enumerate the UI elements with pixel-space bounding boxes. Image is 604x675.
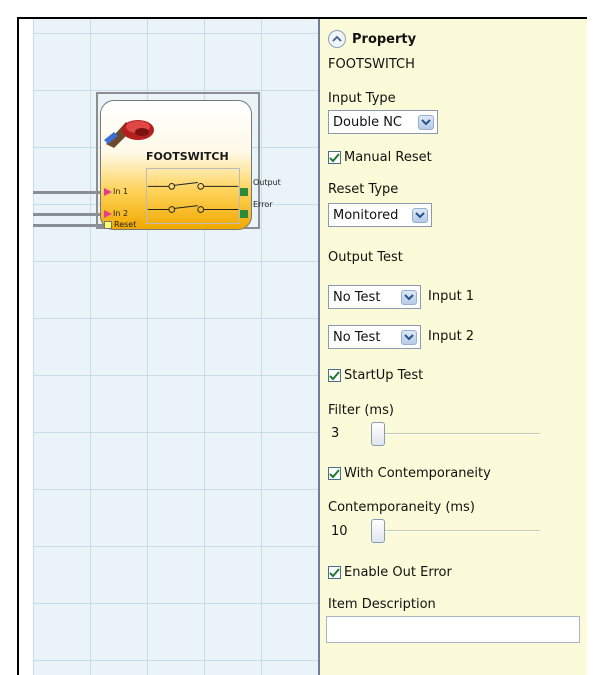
filter-slider-track[interactable] bbox=[372, 433, 540, 435]
startup-test-checkbox[interactable]: StartUp Test bbox=[328, 368, 423, 383]
filter-slider-thumb[interactable] bbox=[371, 422, 385, 446]
check-icon bbox=[329, 370, 340, 380]
contemporaneity-value: 10 bbox=[331, 524, 348, 539]
dropdown-button[interactable] bbox=[401, 290, 417, 305]
check-icon bbox=[329, 468, 340, 478]
filter-label: Filter (ms) bbox=[328, 403, 394, 418]
switch-contacts-icon bbox=[146, 168, 240, 224]
input-port-reset[interactable] bbox=[104, 221, 112, 229]
checkbox-box[interactable] bbox=[328, 151, 341, 164]
component-name: FOOTSWITCH bbox=[328, 57, 415, 72]
output-port-output[interactable] bbox=[240, 188, 248, 196]
input-label-in1: In 1 bbox=[113, 187, 129, 196]
dropdown-button[interactable] bbox=[412, 208, 428, 223]
startup-test-label: StartUp Test bbox=[344, 368, 424, 383]
check-icon bbox=[329, 567, 340, 577]
manual-reset-checkbox[interactable]: Manual Reset bbox=[328, 150, 432, 165]
wire-reset bbox=[33, 224, 104, 227]
collapse-button[interactable] bbox=[328, 30, 346, 48]
reset-type-value: Monitored bbox=[333, 207, 399, 223]
footswitch-pedal-icon bbox=[104, 120, 154, 148]
output-port-error[interactable] bbox=[240, 210, 248, 218]
output-test-label: Output Test bbox=[328, 250, 403, 265]
chevron-up-icon bbox=[332, 35, 342, 42]
chevron-down-icon bbox=[404, 294, 414, 301]
output-test-input2-value: No Test bbox=[333, 329, 381, 345]
input-type-label: Input Type bbox=[328, 91, 396, 106]
manual-reset-label: Manual Reset bbox=[344, 150, 432, 165]
chevron-down-icon bbox=[404, 334, 414, 341]
input-port-in2[interactable] bbox=[104, 210, 112, 218]
enable-out-error-checkbox[interactable]: Enable Out Error bbox=[328, 565, 452, 580]
checkbox-box[interactable] bbox=[328, 566, 341, 579]
output-test-input1-label: Input 1 bbox=[428, 289, 475, 304]
input-type-select[interactable]: Double NC bbox=[328, 110, 438, 134]
wire-in2 bbox=[33, 213, 104, 216]
output-test-input2-label: Input 2 bbox=[428, 329, 475, 344]
item-description-input[interactable] bbox=[326, 616, 580, 643]
with-contemporaneity-checkbox[interactable]: With Contemporaneity bbox=[328, 466, 491, 481]
item-description-label: Item Description bbox=[328, 597, 436, 612]
output-label-error: Error bbox=[253, 200, 273, 209]
input-type-value: Double NC bbox=[333, 114, 402, 130]
chevron-down-icon bbox=[421, 119, 431, 126]
dropdown-button[interactable] bbox=[401, 330, 417, 345]
with-contemporaneity-label: With Contemporaneity bbox=[344, 466, 491, 481]
chevron-down-icon bbox=[415, 212, 425, 219]
output-test-input1-value: No Test bbox=[333, 289, 381, 305]
enable-out-error-label: Enable Out Error bbox=[344, 565, 452, 580]
wire-in1 bbox=[33, 191, 104, 194]
contemporaneity-slider-track[interactable] bbox=[372, 530, 540, 532]
input-port-in1[interactable] bbox=[104, 188, 112, 196]
filter-value: 3 bbox=[331, 426, 340, 441]
reset-type-label: Reset Type bbox=[328, 182, 399, 197]
check-icon bbox=[329, 152, 340, 162]
output-test-input2-select[interactable]: No Test bbox=[328, 325, 421, 349]
checkbox-box[interactable] bbox=[328, 467, 341, 480]
input-label-reset: Reset bbox=[114, 220, 137, 229]
input-label-in2: In 2 bbox=[113, 209, 129, 218]
contemporaneity-label: Contemporaneity (ms) bbox=[328, 500, 475, 515]
property-title: Property bbox=[352, 31, 417, 47]
output-label-output: Output bbox=[253, 178, 281, 187]
property-header: Property bbox=[328, 30, 416, 48]
block-title: FOOTSWITCH bbox=[146, 150, 229, 163]
dropdown-button[interactable] bbox=[418, 115, 434, 130]
output-test-input1-select[interactable]: No Test bbox=[328, 285, 421, 309]
frame-left-border bbox=[17, 17, 19, 675]
contemporaneity-slider-thumb[interactable] bbox=[371, 519, 385, 543]
checkbox-box[interactable] bbox=[328, 369, 341, 382]
reset-type-select[interactable]: Monitored bbox=[328, 203, 432, 227]
